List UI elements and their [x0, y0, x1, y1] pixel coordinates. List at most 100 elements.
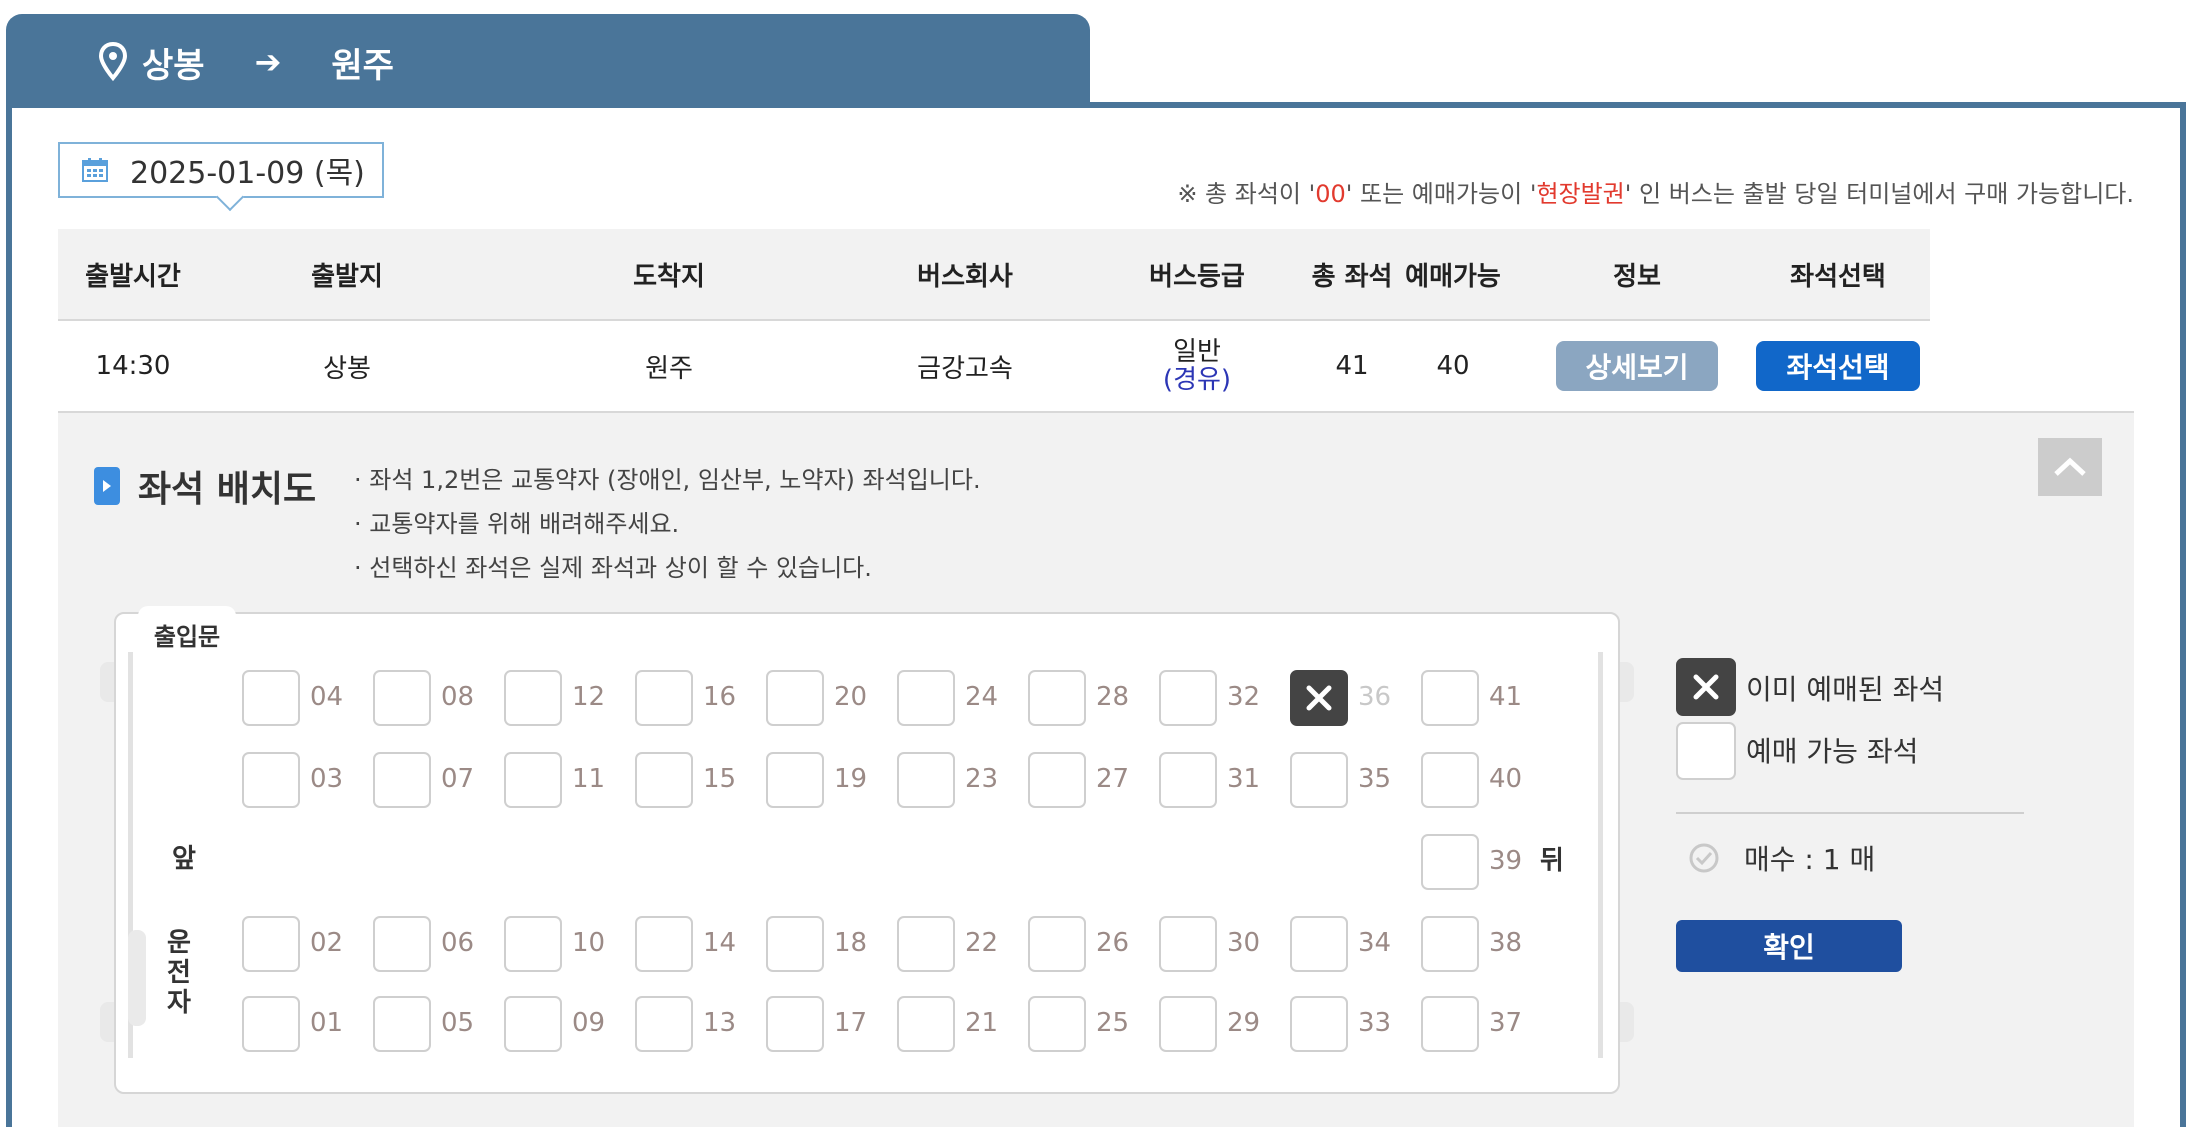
- seat-number: 24: [965, 682, 999, 712]
- row-info-cell: 상세보기: [1556, 321, 1718, 411]
- seat-number: 32: [1227, 682, 1261, 712]
- legend-available-box: [1676, 722, 1736, 780]
- route-to: 원주: [331, 45, 394, 86]
- seat-number: 31: [1227, 764, 1261, 794]
- detail-button[interactable]: 상세보기: [1556, 341, 1718, 391]
- seat-32[interactable]: [1159, 670, 1217, 726]
- legend-divider: [1676, 812, 2024, 814]
- row-available: 40: [1436, 351, 1470, 381]
- seat-number: 41: [1489, 682, 1523, 712]
- seat-39[interactable]: [1421, 834, 1479, 890]
- note-item: · 좌석 1,2번은 교통약자 (장애인, 임산부, 노약자) 좌석입니다.: [354, 466, 981, 494]
- legend-sold-text: 이미 예매된 좌석: [1746, 673, 1945, 706]
- collapse-button[interactable]: [2038, 438, 2102, 496]
- seat-select-button[interactable]: 좌석선택: [1756, 341, 1920, 391]
- seat-37[interactable]: [1421, 996, 1479, 1052]
- seat-number: 11: [572, 764, 606, 794]
- confirm-button[interactable]: 확인: [1676, 920, 1902, 972]
- header-departure-time: 출발시간: [85, 261, 181, 292]
- chevron-up-icon: [2054, 457, 2086, 476]
- seat-30[interactable]: [1159, 916, 1217, 972]
- seat-number: 04: [310, 682, 344, 712]
- seat-23[interactable]: [897, 752, 955, 808]
- seat-number: 21: [965, 1008, 999, 1038]
- seat-27[interactable]: [1028, 752, 1086, 808]
- seat-08[interactable]: [373, 670, 431, 726]
- seatmap-notes: · 좌석 1,2번은 교통약자 (장애인, 임산부, 노약자) 좌석입니다. ·…: [354, 458, 981, 590]
- driver-area: [128, 930, 146, 1026]
- header-origin: 출발지: [311, 261, 383, 292]
- seat-number: 37: [1489, 1008, 1523, 1038]
- seat-34[interactable]: [1290, 916, 1348, 972]
- header-info: 정보: [1613, 261, 1661, 292]
- seat-number: 06: [441, 928, 475, 958]
- seat-14[interactable]: [635, 916, 693, 972]
- seat-38[interactable]: [1421, 916, 1479, 972]
- seat-number: 26: [1096, 928, 1130, 958]
- seat-21[interactable]: [897, 996, 955, 1052]
- seat-22[interactable]: [897, 916, 955, 972]
- note-item: · 선택하신 좌석은 실제 좌석과 상이 할 수 있습니다.: [354, 554, 872, 582]
- seat-number: 39: [1489, 846, 1523, 876]
- seat-number: 12: [572, 682, 606, 712]
- right-rail: [1598, 652, 1603, 1058]
- schedule-row: 14:30 상봉 원주 금강고속 일반 (경유) 41 40 상세보기 좌석선택: [58, 321, 2134, 413]
- seat-28[interactable]: [1028, 670, 1086, 726]
- seat-number: 07: [441, 764, 475, 794]
- seat-02[interactable]: [242, 916, 300, 972]
- date-picker[interactable]: 2025-01-09 (목): [58, 142, 384, 198]
- seat-16[interactable]: [635, 670, 693, 726]
- seat-13[interactable]: [635, 996, 693, 1052]
- seat-33[interactable]: [1290, 996, 1348, 1052]
- seat-number: 40: [1489, 764, 1523, 794]
- driver-char: 전: [167, 958, 191, 988]
- seatmap-title-text: 좌석 배치도: [138, 469, 317, 510]
- header-available: 예매가능: [1405, 261, 1501, 292]
- route-from: 상봉: [142, 45, 205, 86]
- seat-06[interactable]: [373, 916, 431, 972]
- seat-18[interactable]: [766, 916, 824, 972]
- seat-03[interactable]: [242, 752, 300, 808]
- route-arrow-icon: ➔: [254, 43, 282, 81]
- seat-04[interactable]: [242, 670, 300, 726]
- row-grade-via: (경유): [1162, 365, 1232, 395]
- seat-31[interactable]: [1159, 752, 1217, 808]
- seat-05[interactable]: [373, 996, 431, 1052]
- seat-29[interactable]: [1159, 996, 1217, 1052]
- seat-number: 01: [310, 1008, 344, 1038]
- schedule-table-header: 출발시간 출발지 도착지 버스회사 버스등급 총 좌석 예매가능 정보 좌석선택: [58, 229, 1930, 321]
- seat-41[interactable]: [1421, 670, 1479, 726]
- row-grade-name: 일반: [1173, 337, 1221, 367]
- seat-40[interactable]: [1421, 752, 1479, 808]
- seat-number: 09: [572, 1008, 606, 1038]
- seat-24[interactable]: [897, 670, 955, 726]
- seat-11[interactable]: [504, 752, 562, 808]
- back-label: 뒤: [1540, 846, 1564, 876]
- seat-07[interactable]: [373, 752, 431, 808]
- seat-number: 18: [834, 928, 868, 958]
- note-item: · 교통약자를 위해 배려해주세요.: [354, 510, 680, 538]
- seat-number: 10: [572, 928, 606, 958]
- seat-12[interactable]: [504, 670, 562, 726]
- seat-17[interactable]: [766, 996, 824, 1052]
- seat-19[interactable]: [766, 752, 824, 808]
- seat-09[interactable]: [504, 996, 562, 1052]
- seat-number: 29: [1227, 1008, 1261, 1038]
- entrance-label: 출입문: [138, 606, 236, 662]
- seat-20[interactable]: [766, 670, 824, 726]
- seat-25[interactable]: [1028, 996, 1086, 1052]
- driver-char: 운: [167, 928, 191, 958]
- seat-01[interactable]: [242, 996, 300, 1052]
- seat-number: 27: [1096, 764, 1130, 794]
- seat-number: 35: [1358, 764, 1392, 794]
- ticket-count: 매수 : 1 매: [1688, 838, 1875, 878]
- seat-35[interactable]: [1290, 752, 1348, 808]
- seat-10[interactable]: [504, 916, 562, 972]
- check-circle-icon: [1689, 843, 1719, 873]
- seat-number: 14: [703, 928, 737, 958]
- row-destination: 원주: [645, 353, 693, 384]
- seat-number: 02: [310, 928, 344, 958]
- seat-26[interactable]: [1028, 916, 1086, 972]
- seat-15[interactable]: [635, 752, 693, 808]
- row-company: 금강고속: [917, 353, 1013, 384]
